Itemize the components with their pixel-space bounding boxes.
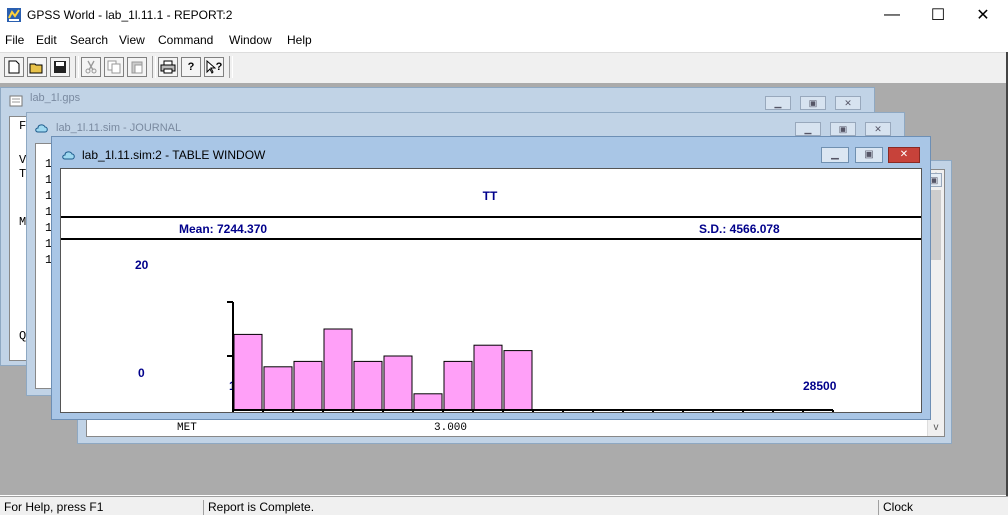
journal-minimize-button[interactable]: ▁: [795, 122, 821, 136]
status-help-text: For Help, press F1: [4, 500, 104, 514]
model-minimize-button[interactable]: ▁: [765, 96, 791, 110]
y-min-label: 0: [138, 366, 145, 380]
context-help-icon: [206, 60, 216, 74]
toolbar-separator: [229, 56, 233, 78]
journal-window-title: lab_1l.11.sim - JOURNAL: [56, 122, 182, 134]
model-window-title: lab_1l.gps: [30, 92, 81, 104]
status-message: Report is Complete.: [203, 500, 877, 515]
menu-help[interactable]: Help: [287, 33, 312, 47]
menu-window[interactable]: Window: [229, 33, 272, 47]
table-window[interactable]: lab_1l.11.sim:2 - TABLE WINDOW ▁ ▣ ✕ TT …: [51, 136, 931, 420]
open-folder-icon: [29, 63, 43, 73]
menu-edit[interactable]: Edit: [36, 33, 57, 47]
scroll-thumb[interactable]: [930, 190, 941, 260]
histogram-bar: [413, 393, 443, 411]
histogram-bar: [443, 360, 473, 411]
copy-icon: [107, 60, 121, 74]
table-restore-button[interactable]: ▣: [855, 147, 883, 163]
cut-button[interactable]: [81, 57, 101, 77]
table-close-button[interactable]: ✕: [888, 147, 920, 163]
histogram-bar: [503, 350, 533, 411]
histogram-bar: [473, 344, 503, 411]
minimize-button[interactable]: —: [869, 0, 915, 30]
paste-icon: [131, 61, 143, 74]
close-button[interactable]: ✕: [960, 0, 1006, 30]
maximize-button[interactable]: ☐: [915, 0, 961, 30]
help-icon: ?: [187, 61, 195, 73]
context-help-question: ?: [215, 61, 223, 73]
histogram-bar: [293, 360, 323, 411]
sd-label: S.D.: 4566.078: [699, 222, 780, 236]
x-max-label: 28500: [803, 379, 837, 393]
document-icon: [9, 95, 23, 107]
journal-close-button[interactable]: ✕: [865, 122, 891, 136]
context-help-button[interactable]: ?: [204, 57, 224, 77]
maximize-icon: ☐: [930, 7, 946, 24]
new-file-icon: [8, 60, 20, 74]
save-icon: [54, 61, 66, 73]
histogram-bar: [353, 360, 383, 411]
simulation-cloud-icon: [62, 151, 75, 160]
save-button[interactable]: [50, 57, 70, 77]
histogram-bar: [263, 366, 293, 411]
toolbar-separator: [75, 56, 79, 78]
table-name-label: TT: [483, 189, 498, 203]
minimize-icon: —: [884, 6, 900, 23]
table-window-title: lab_1l.11.sim:2 - TABLE WINDOW: [82, 148, 266, 162]
histogram-chart: TT Mean: 7244.370 S.D.: 4566.078 20 0 15…: [61, 189, 921, 412]
new-button[interactable]: [4, 57, 24, 77]
gpss-app-icon[interactable]: [6, 7, 22, 23]
table-minimize-button[interactable]: ▁: [821, 147, 849, 163]
mean-label: Mean: 7244.370: [179, 222, 267, 236]
window-title: GPSS World - lab_1l.11.1 - REPORT:2: [27, 8, 233, 22]
model-restore-button[interactable]: ▣: [800, 96, 826, 110]
menu-bar: File Edit Search View Command Window Hel…: [0, 30, 1008, 52]
print-icon: [160, 60, 176, 74]
menu-view[interactable]: View: [119, 33, 145, 47]
help-button[interactable]: ?: [181, 57, 201, 77]
histogram-bar: [233, 333, 263, 411]
close-icon: ✕: [976, 7, 990, 24]
cut-icon: [85, 60, 97, 74]
menu-command[interactable]: Command: [158, 33, 213, 47]
status-clock: Clock: [878, 500, 988, 515]
model-close-button[interactable]: ✕: [835, 96, 861, 110]
app-title-bar: GPSS World - lab_1l.11.1 - REPORT:2 — ☐ …: [0, 0, 1008, 30]
print-button[interactable]: [158, 57, 178, 77]
open-button[interactable]: [27, 57, 47, 77]
report-row-value: 3.000: [434, 422, 468, 434]
paste-button[interactable]: [127, 57, 147, 77]
simulation-cloud-icon: [35, 124, 48, 133]
histogram-bar: [323, 328, 353, 411]
report-row-label: MET: [177, 422, 197, 434]
histogram-bar: [383, 355, 413, 411]
status-bar: For Help, press F1 Report is Complete. C…: [0, 496, 1008, 515]
copy-button[interactable]: [104, 57, 124, 77]
menu-search[interactable]: Search: [70, 33, 108, 47]
table-window-content[interactable]: TT Mean: 7244.370 S.D.: 4566.078 20 0 15…: [60, 168, 922, 413]
y-max-label: 20: [135, 258, 149, 272]
menu-file[interactable]: File: [5, 33, 24, 47]
toolbar-separator: [152, 56, 156, 78]
journal-restore-button[interactable]: ▣: [830, 122, 856, 136]
toolbar: ? ?: [0, 52, 1008, 84]
scroll-down-icon[interactable]: v: [928, 420, 944, 436]
